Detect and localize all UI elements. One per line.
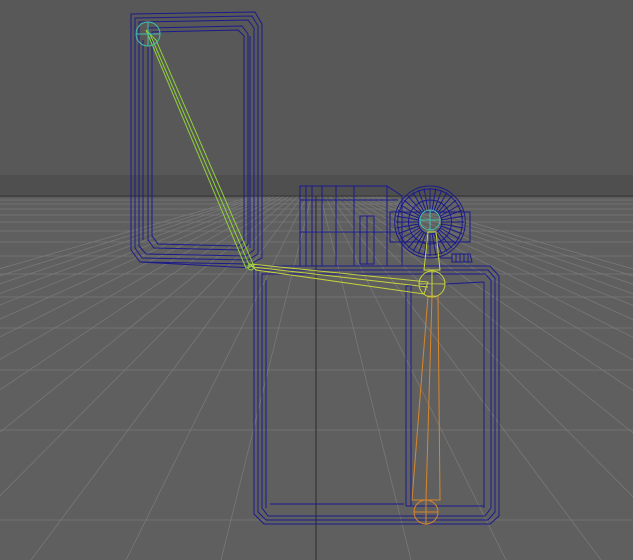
background-upper bbox=[0, 0, 633, 175]
viewport-scene[interactable] bbox=[0, 0, 633, 560]
3d-viewport[interactable] bbox=[0, 0, 633, 560]
